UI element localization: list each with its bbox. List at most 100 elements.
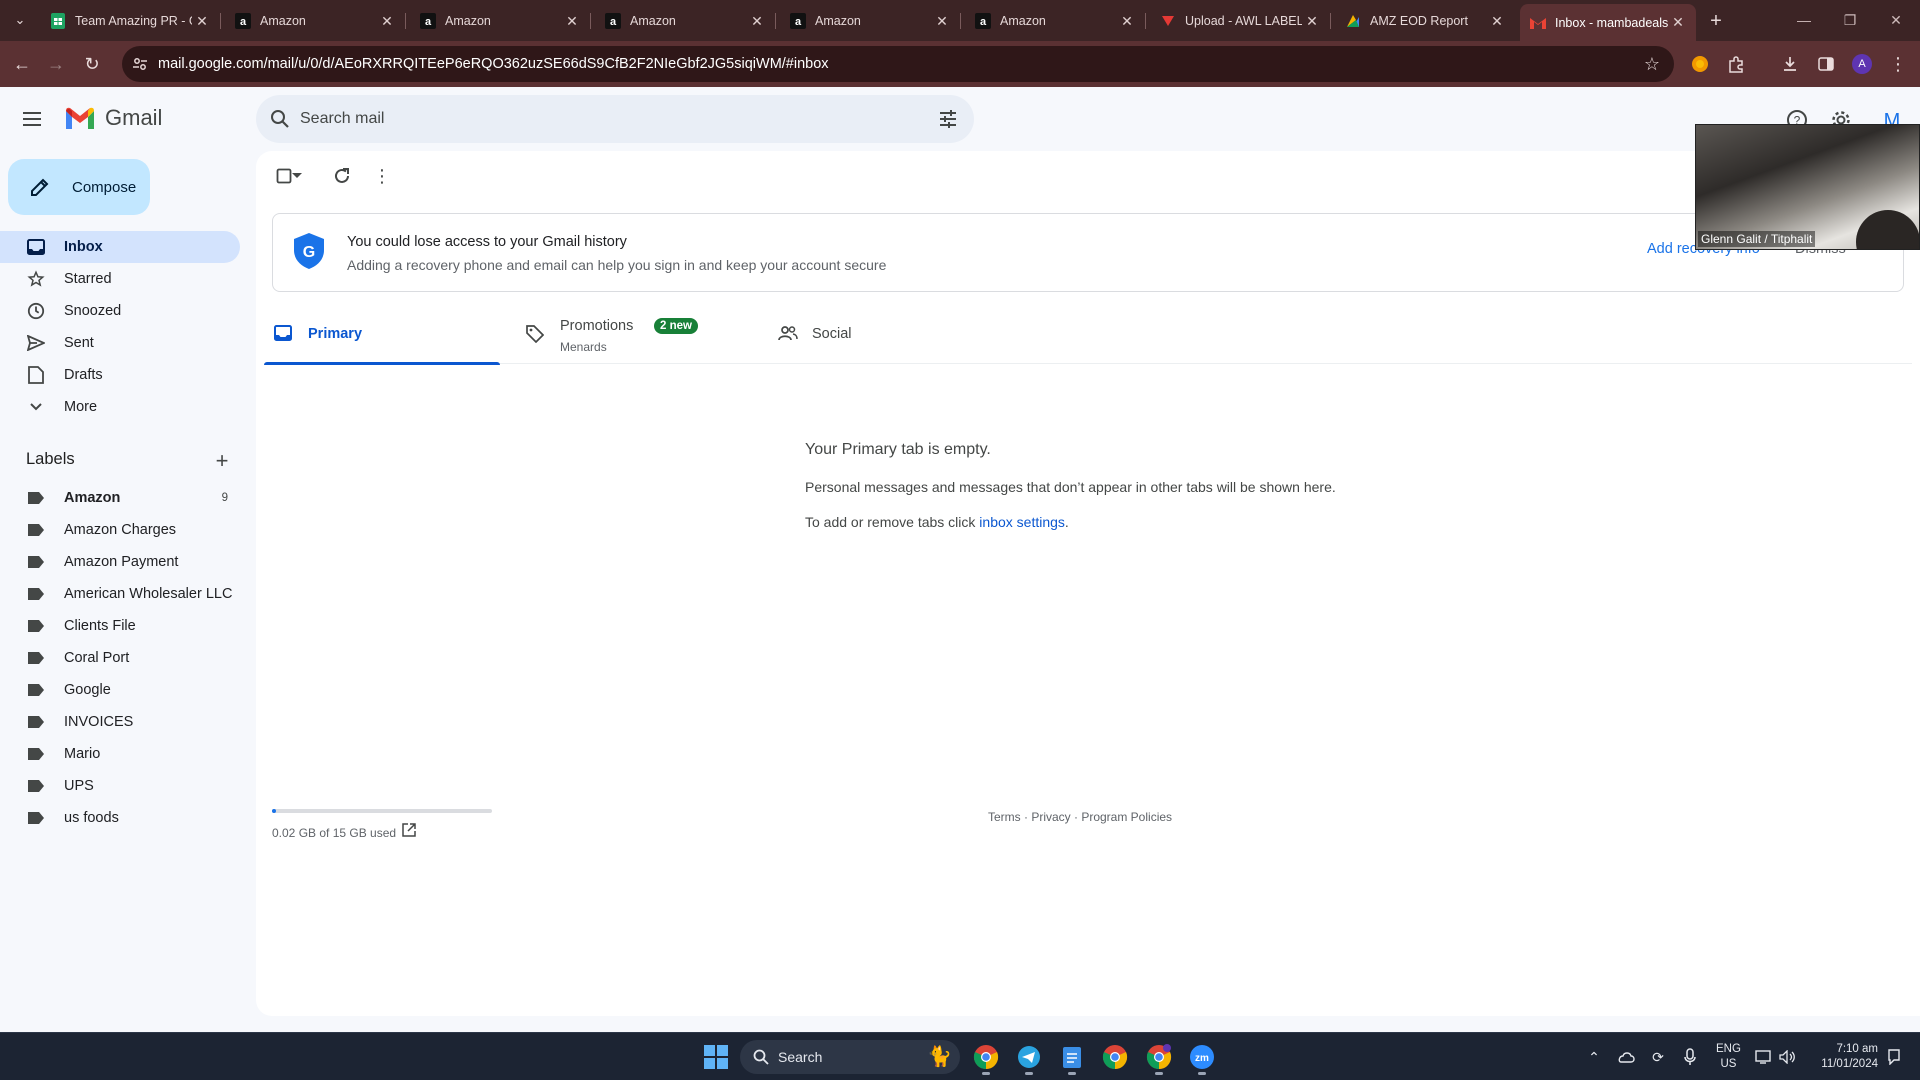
- label-tag-icon: [28, 588, 44, 600]
- network-icon[interactable]: [1752, 1045, 1776, 1069]
- chrome-profile-icon[interactable]: [970, 1041, 1002, 1075]
- search-options-icon[interactable]: [936, 107, 960, 131]
- browser-tab[interactable]: AMZ EOD Report ✕: [1335, 6, 1515, 36]
- sidebar-label-item[interactable]: Google: [0, 674, 240, 706]
- sidebar-label-item[interactable]: American Wholesaler LLC: [0, 578, 240, 610]
- open-external-icon[interactable]: [402, 823, 418, 839]
- sidebar-item-sent[interactable]: Sent: [0, 327, 240, 359]
- notifications-icon[interactable]: [1882, 1045, 1906, 1069]
- sidebar-label-item[interactable]: Amazon 9: [0, 482, 240, 514]
- label-name: Coral Port: [64, 650, 130, 666]
- url-text[interactable]: mail.google.com/mail/u/0/d/AEoRXRRQITEeP…: [158, 56, 829, 72]
- chrome-icon[interactable]: [1099, 1041, 1131, 1073]
- tab-close-icon[interactable]: ✕: [562, 11, 582, 31]
- add-label-icon[interactable]: +: [210, 448, 234, 473]
- search-icon[interactable]: [268, 107, 292, 131]
- reload-icon[interactable]: ↻: [78, 50, 106, 78]
- language-indicator[interactable]: ENG US: [1716, 1042, 1741, 1072]
- video-call-overlay[interactable]: Glenn Galit / Titphalit: [1695, 124, 1920, 250]
- sidebar-label-item[interactable]: Coral Port: [0, 642, 240, 674]
- clock-time: 7:10 am: [1836, 1043, 1878, 1055]
- sidebar-item-drafts[interactable]: Drafts: [0, 359, 240, 391]
- svg-text:G: G: [303, 244, 315, 261]
- svg-text:a: a: [240, 16, 247, 28]
- onedrive-icon[interactable]: [1614, 1045, 1638, 1069]
- sync-icon[interactable]: ⟳: [1646, 1045, 1670, 1069]
- sidebar-item-snoozed[interactable]: Snoozed: [0, 295, 240, 327]
- site-info-icon[interactable]: [130, 54, 150, 74]
- gmail-wordmark[interactable]: Gmail: [105, 105, 162, 131]
- more-options-icon[interactable]: ⋮: [370, 164, 394, 188]
- refresh-icon[interactable]: [330, 164, 354, 188]
- extension-icon[interactable]: [1686, 50, 1714, 78]
- taskbar-search[interactable]: Search 🐈: [740, 1040, 960, 1074]
- tab-close-icon[interactable]: ✕: [1668, 13, 1688, 33]
- tab-promotions[interactable]: Promotions 2 new Menards: [516, 308, 752, 364]
- tab-social[interactable]: Social: [768, 308, 1004, 364]
- tab-close-icon[interactable]: ✕: [1487, 11, 1507, 31]
- svg-text:a: a: [425, 16, 432, 28]
- pencil-icon: [28, 175, 52, 199]
- windows-start-icon[interactable]: [704, 1045, 728, 1069]
- system-clock[interactable]: 7:10 am 11/01/2024: [1806, 1042, 1878, 1072]
- sidebar-label-item[interactable]: INVOICES: [0, 706, 240, 738]
- sidebar-item-more[interactable]: More: [0, 391, 240, 423]
- browser-tab[interactable]: a Amazon ✕: [410, 6, 591, 36]
- close-window-icon[interactable]: ✕: [1876, 6, 1916, 34]
- notepad-icon[interactable]: [1056, 1041, 1088, 1075]
- running-indicator: [1198, 1072, 1206, 1075]
- restore-icon[interactable]: ❐: [1830, 6, 1870, 34]
- tab-close-icon[interactable]: ✕: [1117, 11, 1137, 31]
- download-icon[interactable]: [1776, 50, 1804, 78]
- sidebar-label-item[interactable]: UPS: [0, 770, 240, 802]
- telegram-icon[interactable]: [1013, 1041, 1045, 1075]
- tab-close-icon[interactable]: ✕: [377, 11, 397, 31]
- chrome-profile-2-icon[interactable]: [1143, 1041, 1175, 1075]
- browser-tab[interactable]: a Amazon ✕: [595, 6, 776, 36]
- browser-tab[interactable]: a Amazon ✕: [780, 6, 961, 36]
- zoom-icon[interactable]: zm: [1186, 1041, 1218, 1075]
- gmail-logo-icon[interactable]: [64, 107, 96, 131]
- tab-close-icon[interactable]: ✕: [932, 11, 952, 31]
- tab-close-icon[interactable]: ✕: [747, 11, 767, 31]
- tab-search-menu-icon[interactable]: ⌄: [8, 8, 32, 32]
- sidebar-item-label: Inbox: [64, 239, 103, 255]
- tab-close-icon[interactable]: ✕: [1302, 11, 1322, 31]
- sidebar-label-item[interactable]: Amazon Payment: [0, 546, 240, 578]
- compose-button[interactable]: Compose: [8, 159, 150, 215]
- browser-tab-active[interactable]: Inbox - mambadeals ✕: [1520, 4, 1696, 41]
- sidebar-label-item[interactable]: Amazon Charges: [0, 514, 240, 546]
- minimize-icon[interactable]: —: [1784, 6, 1824, 34]
- address-bar[interactable]: mail.google.com/mail/u/0/d/AEoRXRRQITEeP…: [122, 46, 1674, 82]
- browser-tab[interactable]: Upload - AWL LABEL ✕: [1150, 6, 1331, 36]
- browser-tab[interactable]: Team Amazing PR - G ✕: [40, 6, 221, 36]
- browser-tab[interactable]: a Amazon ✕: [965, 6, 1146, 36]
- bookmark-star-icon[interactable]: ☆: [1640, 52, 1664, 76]
- browser-tab[interactable]: a Amazon ✕: [225, 6, 406, 36]
- extensions-puzzle-icon[interactable]: [1722, 50, 1750, 78]
- tray-overflow-icon[interactable]: ⌃: [1582, 1045, 1606, 1069]
- new-tab-button[interactable]: +: [1703, 8, 1729, 34]
- volume-icon[interactable]: [1776, 1045, 1800, 1069]
- inbox-settings-link[interactable]: inbox settings: [979, 514, 1065, 530]
- microphone-icon[interactable]: [1678, 1045, 1702, 1069]
- browser-menu-icon[interactable]: ⋮: [1884, 50, 1912, 78]
- tab-close-icon[interactable]: ✕: [192, 11, 212, 31]
- main-panel: ⋮ G You could lose access to your Gmail …: [256, 151, 1920, 1016]
- main-menu-icon[interactable]: [20, 107, 44, 131]
- tab-primary[interactable]: Primary: [264, 308, 500, 365]
- sidebar-item-inbox[interactable]: Inbox: [0, 231, 240, 263]
- select-dropdown-icon[interactable]: [290, 164, 304, 188]
- sidebar-item-starred[interactable]: Starred: [0, 263, 240, 295]
- clock-icon: [26, 301, 46, 321]
- back-icon[interactable]: ←: [8, 50, 36, 78]
- sidebar-label-item[interactable]: Mario: [0, 738, 240, 770]
- sidebar-label-item[interactable]: us foods: [0, 802, 240, 834]
- profile-avatar[interactable]: A: [1848, 50, 1876, 78]
- side-panel-icon[interactable]: [1812, 50, 1840, 78]
- search-input[interactable]: [300, 107, 900, 131]
- forward-icon[interactable]: →: [42, 50, 70, 78]
- sidebar-label-item[interactable]: Clients File: [0, 610, 240, 642]
- footer-links[interactable]: Terms · Privacy · Program Policies: [988, 810, 1172, 824]
- search-icon: [752, 1048, 770, 1066]
